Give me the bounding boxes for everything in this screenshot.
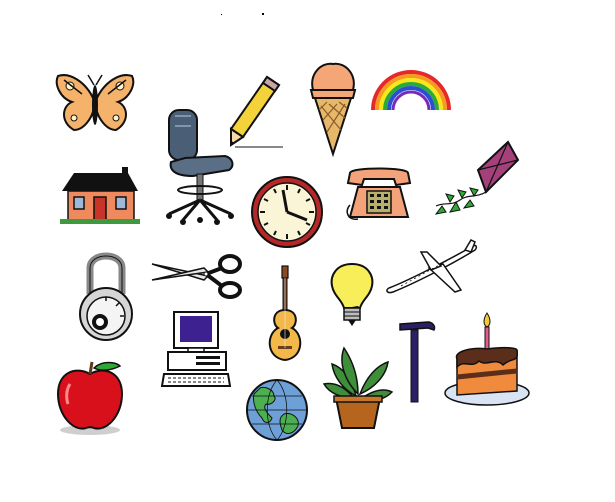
pencil-icon bbox=[227, 73, 283, 149]
guitar-icon bbox=[264, 264, 306, 362]
hammer-icon bbox=[398, 320, 438, 404]
ice-cream-cone-icon bbox=[309, 60, 357, 158]
rainbow-icon bbox=[369, 66, 453, 112]
airplane-icon bbox=[385, 239, 479, 296]
combination-lock-icon bbox=[78, 248, 134, 344]
globe-icon bbox=[244, 378, 310, 442]
potted-plant-icon bbox=[322, 346, 394, 430]
clip-art-canvas bbox=[0, 0, 615, 502]
butterfly-icon bbox=[52, 72, 138, 134]
apple-icon bbox=[56, 360, 126, 436]
telephone-icon bbox=[344, 165, 416, 225]
scissors-icon bbox=[150, 250, 246, 300]
house-icon bbox=[60, 165, 140, 225]
light-bulb-icon bbox=[328, 262, 376, 328]
speck-mark bbox=[221, 14, 222, 15]
speck-mark bbox=[262, 13, 264, 15]
wall-clock-icon bbox=[249, 174, 325, 250]
birthday-cake-icon bbox=[443, 311, 531, 411]
kite-icon bbox=[430, 140, 520, 216]
computer-icon bbox=[160, 310, 232, 390]
